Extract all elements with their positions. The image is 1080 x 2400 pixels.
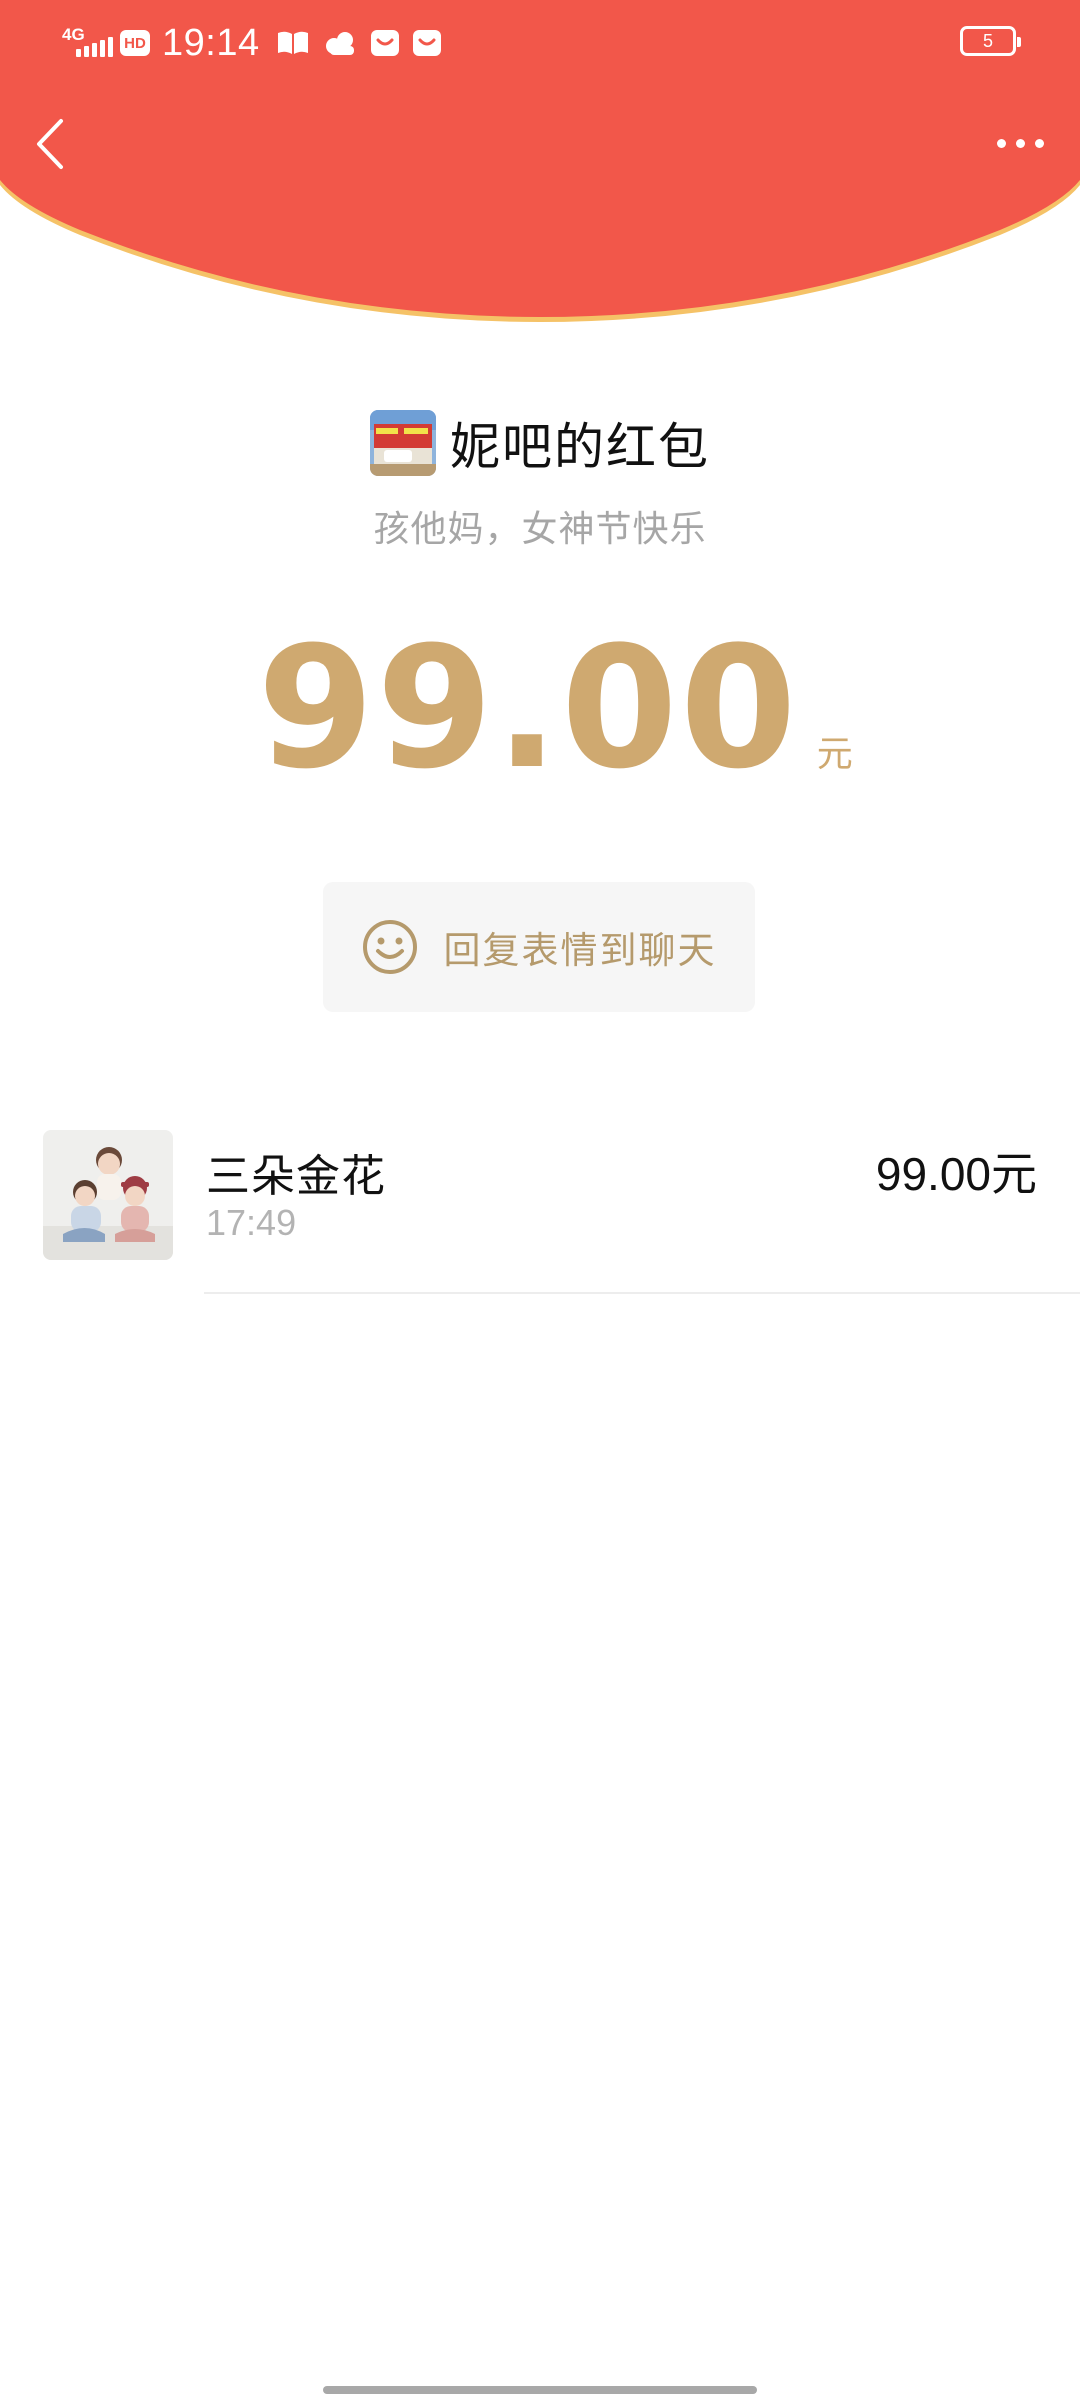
receiver-amount: 99.00元 bbox=[875, 1148, 1037, 1200]
reply-label: 回复表情到聊天 bbox=[443, 929, 717, 972]
status-time: 19:14 bbox=[162, 21, 260, 64]
amount-unit: 元 bbox=[816, 734, 853, 775]
greeting-message: 孩他妈，女神节快乐 bbox=[373, 509, 707, 550]
divider bbox=[204, 1292, 1080, 1294]
weather-cloud-icon bbox=[322, 29, 358, 57]
mail-bag-icon bbox=[370, 28, 400, 58]
more-options-button[interactable] bbox=[988, 118, 1052, 168]
signal-icon: 4G bbox=[62, 23, 113, 63]
hd-badge: HD bbox=[120, 30, 150, 56]
status-bar: 4G HD 19:14 5 bbox=[0, 0, 1080, 90]
sender-avatar bbox=[370, 410, 436, 476]
home-indicator[interactable] bbox=[323, 2386, 757, 2394]
mail-bag-icon bbox=[412, 28, 442, 58]
receiver-time: 17:49 bbox=[206, 1202, 297, 1243]
receiver-name: 三朵金花 bbox=[206, 1151, 386, 1202]
more-dots-icon bbox=[996, 138, 1006, 148]
book-icon bbox=[276, 29, 310, 57]
reply-sticker-button[interactable]: 回复表情到聊天 bbox=[323, 882, 755, 1012]
receiver-avatar[interactable] bbox=[43, 1130, 173, 1260]
amount-value: 99.00 bbox=[257, 610, 799, 806]
battery-indicator: 5 bbox=[960, 26, 1021, 56]
sender-header: 妮吧的红包 bbox=[0, 408, 1080, 478]
chevron-left-icon bbox=[37, 119, 63, 169]
smiley-face-icon bbox=[362, 919, 418, 975]
receiver-list-item[interactable]: 三朵金花 17:49 99.00元 bbox=[0, 1130, 1080, 1294]
back-button[interactable] bbox=[22, 108, 78, 180]
sender-title: 妮吧的红包 bbox=[450, 418, 710, 476]
amount-display: 99.00 元 bbox=[0, 610, 1080, 806]
